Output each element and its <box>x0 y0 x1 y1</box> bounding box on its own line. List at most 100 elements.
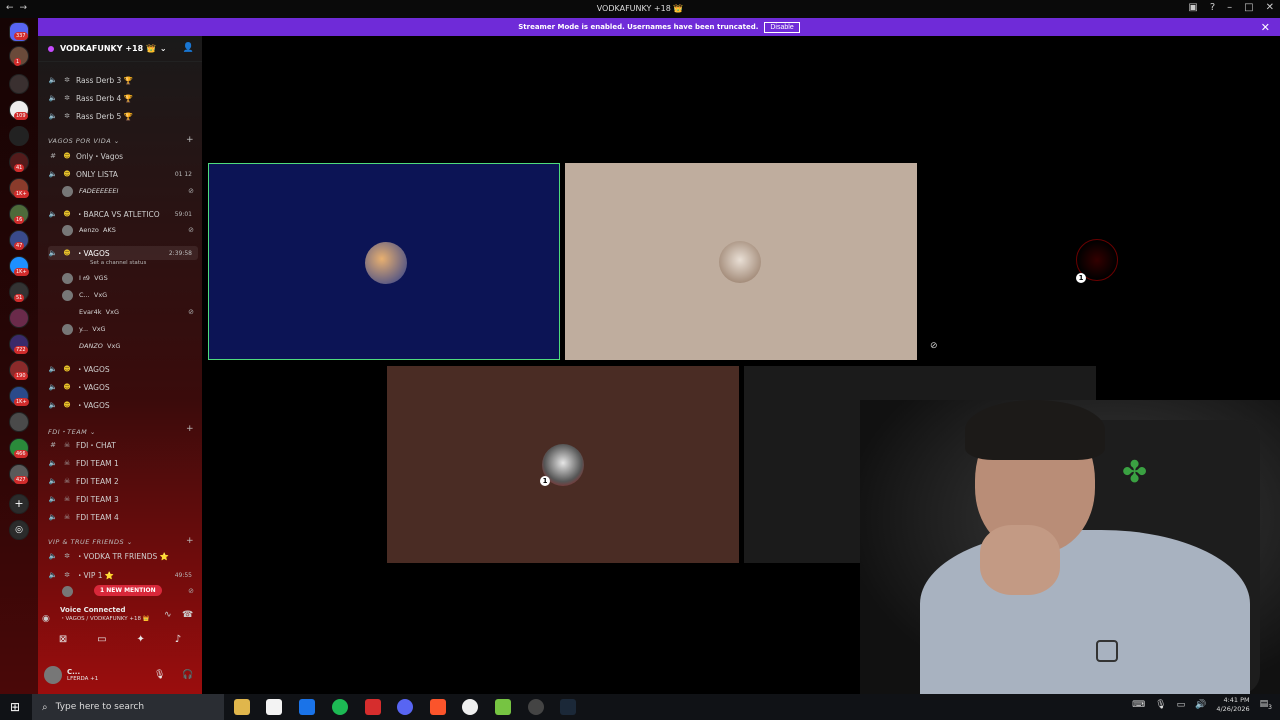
category-fdi[interactable]: FDI・TEAM ⌄ + <box>48 424 194 436</box>
voice-channel[interactable]: 🔈 ☠ FDI TEAM 1 <box>48 456 198 470</box>
voice-channel[interactable]: 🔈 ☻ ・VAGOS <box>48 398 198 412</box>
voice-channel[interactable]: 🔈 ☻ ONLY LISTA 01 12 <box>48 167 198 181</box>
app-icon[interactable] <box>299 699 315 715</box>
taskbar-search[interactable]: ⌕ Type here to search <box>32 694 224 720</box>
voice-status: Voice Connected <box>60 606 126 614</box>
disable-button[interactable]: Disable <box>764 21 800 33</box>
voice-channel[interactable]: 🔈 ✲ Rass Derb 5 🏆 <box>48 109 198 123</box>
deafen-icon: ⊘ <box>188 187 194 195</box>
voice-channel-active[interactable]: 🔈 ☻ ・VAGOS 2:39:58 <box>48 246 198 260</box>
camera-off-icon[interactable]: ⊠ <box>59 634 67 645</box>
smiley-icon: ☻ <box>63 383 71 391</box>
mic-tray-icon[interactable]: 🎙 <box>1155 700 1166 710</box>
voice-channel[interactable]: 🔈 ☻ ・BARCA VS ATLETICO 59:01 <box>48 207 198 221</box>
voice-channel[interactable]: 🔈 ☠ FDI TEAM 3 <box>48 492 198 506</box>
star-icon: ✲ <box>64 76 70 84</box>
invite-icon[interactable]: 👤 <box>183 43 194 53</box>
server-name: VODKAFUNKY +18 👑 <box>60 44 156 53</box>
search-placeholder: Type here to search <box>55 702 145 712</box>
add-channel-icon[interactable]: + <box>186 424 194 434</box>
avatar <box>62 585 73 597</box>
steam-icon[interactable] <box>560 699 576 715</box>
volume-icon[interactable]: 🔊 <box>1195 700 1206 710</box>
voice-user[interactable]: C... VxG <box>62 288 198 302</box>
keyboard-icon[interactable]: ⌨ <box>1132 700 1145 710</box>
minimize-icon[interactable]: – <box>1227 2 1232 13</box>
voice-channel[interactable]: 🔈 ☻ ・VAGOS <box>48 362 198 376</box>
voice-user[interactable]: I 𝔞9 VGS <box>62 271 198 285</box>
store-icon[interactable] <box>266 699 282 715</box>
file-explorer-icon[interactable] <box>234 699 250 715</box>
voice-channel[interactable]: 🔈 ☻ ・VAGOS <box>48 380 198 394</box>
inbox-icon[interactable]: ▣ <box>1188 2 1197 13</box>
voice-user[interactable]: y... VxG <box>62 322 198 336</box>
voice-user[interactable]: FADEEEEEEI ⊘ <box>62 184 198 198</box>
webcam-overlay: ✤ <box>860 400 1280 694</box>
clock[interactable]: 4:41 PM 4/26/2026 <box>1216 696 1249 714</box>
text-channel[interactable]: # ☠ FDI・CHAT <box>48 438 198 452</box>
signal-icon[interactable]: ◉ <box>42 614 50 624</box>
channel-status[interactable]: Set a channel status <box>90 260 146 266</box>
server-header[interactable]: VODKAFUNKY +18 👑 ⌄ 👤 <box>38 36 202 62</box>
category-vagos[interactable]: VAGOS POR VIDA ⌄ + <box>48 135 194 145</box>
maximize-icon[interactable]: □ <box>1244 2 1253 13</box>
close-window-icon[interactable]: ✕ <box>1266 2 1274 13</box>
channel-timer: 2:39:58 <box>168 249 192 257</box>
user-panel: C... LFERDA +1 🎙 🎧 ⚙ <box>44 662 200 688</box>
server-icon[interactable] <box>9 126 29 146</box>
smiley-icon: ☻ <box>63 210 71 218</box>
screen-share-icon[interactable]: ▭ <box>97 634 106 645</box>
app-icon[interactable] <box>495 699 511 715</box>
help-icon[interactable]: ? <box>1210 2 1215 13</box>
voice-channel[interactable]: 🔈 ✲ ・VODKA TR FRIENDS ⭐ <box>48 549 198 563</box>
app-icon[interactable] <box>462 699 478 715</box>
unread-badge: 1K+ <box>14 190 29 198</box>
voice-user[interactable]: DANZO VxG <box>62 339 198 353</box>
voice-channel[interactable]: 🔈 ☠ FDI TEAM 2 <box>48 474 198 488</box>
discord-icon[interactable] <box>397 699 413 715</box>
add-server-icon[interactable]: + <box>9 494 29 514</box>
banner-close-icon[interactable]: ✕ <box>1261 21 1270 34</box>
microphone-icon[interactable]: 🎙 <box>154 670 165 680</box>
avatar[interactable] <box>44 666 62 684</box>
video-tile[interactable]: 1 <box>387 366 739 563</box>
headphones-icon[interactable]: 🎧 <box>182 670 193 680</box>
voice-channel[interactable]: 🔈 ✲ ・VIP 1 ⭐ 49:55 <box>48 568 198 582</box>
add-channel-icon[interactable]: + <box>186 135 194 145</box>
app-icon[interactable] <box>528 699 544 715</box>
category-vip[interactable]: VIP & TRUE FRIENDS ⌄ + <box>48 536 194 546</box>
new-mention-pill[interactable]: 1 NEW MENTION <box>94 585 162 596</box>
explore-icon[interactable]: ◎ <box>9 520 29 540</box>
activities-icon[interactable]: ✦ <box>136 634 144 645</box>
noise-suppression-icon[interactable]: ∿ <box>164 610 172 620</box>
notification-icon[interactable]: ▤3 <box>1260 699 1272 711</box>
server-icon[interactable] <box>9 308 29 328</box>
soundboard-icon[interactable]: ♪ <box>175 634 181 645</box>
voice-user[interactable]: Evar4k VxG ⊘ <box>62 305 198 319</box>
spotify-icon[interactable] <box>332 699 348 715</box>
server-icon[interactable] <box>9 412 29 432</box>
add-channel-icon[interactable]: + <box>186 536 194 546</box>
voice-channel[interactable]: 🔈 ✲ Rass Derb 4 🏆 <box>48 91 198 105</box>
voice-user[interactable]: Aenzo AKS ⊘ <box>62 223 198 237</box>
disconnect-icon[interactable]: ☎ <box>182 610 193 620</box>
text-channel[interactable]: # ☻ Only・Vagos <box>48 149 198 163</box>
star-icon: ✲ <box>64 112 70 120</box>
chevron-down-icon: ⌄ <box>159 44 167 53</box>
unread-badge: 427 <box>14 476 28 484</box>
voice-channel[interactable]: 🔈 ✲ Rass Derb 3 🏆 <box>48 73 198 87</box>
app-icon[interactable] <box>365 699 381 715</box>
windows-start-icon[interactable]: ⊞ <box>0 700 30 714</box>
network-icon[interactable]: ▭ <box>1177 700 1186 710</box>
voice-channel[interactable]: 🔈 ☠ FDI TEAM 4 <box>48 510 198 524</box>
skull-icon: ☠ <box>63 477 71 485</box>
video-tile[interactable]: 1 ⊘ <box>922 163 1274 360</box>
unread-badge: 722 <box>14 346 28 354</box>
server-icon[interactable] <box>9 74 29 94</box>
unread-badge: 466 <box>14 450 28 458</box>
video-tile-speaking[interactable] <box>208 163 560 360</box>
video-tile[interactable] <box>565 163 917 360</box>
user-info[interactable]: C... LFERDA +1 <box>67 668 98 682</box>
voice-channel-name[interactable]: ・VAGOS / VODKAFUNKY +18 👑 <box>60 614 196 622</box>
brave-icon[interactable] <box>430 699 446 715</box>
